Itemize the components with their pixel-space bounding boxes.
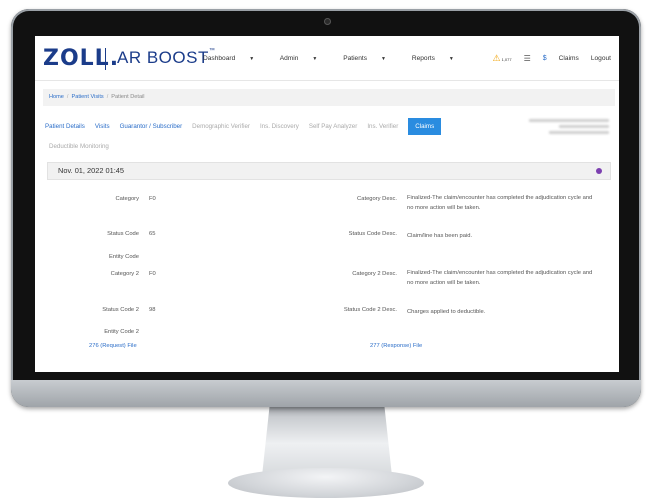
top-navbar: ZOLL. AR BOOST™ Dashboard ▼ Admin ▼ Patien… [35, 36, 619, 81]
tab-self-pay-analyzer[interactable]: Self Pay Analyzer [309, 123, 358, 130]
camera-icon [324, 18, 331, 25]
status-code-label: Status Code [107, 231, 139, 237]
nav-reports[interactable]: Reports ▼ [412, 55, 466, 62]
category-desc-label: Category Desc. [357, 196, 397, 202]
screen: ZOLL. AR BOOST™ Dashboard ▼ Admin ▼ Patien… [35, 36, 619, 372]
logo-divider [105, 48, 106, 70]
monitor-stand-neck [262, 404, 392, 476]
dollar-icon[interactable]: $ [543, 55, 547, 62]
claim-section-header[interactable]: Nov. 01, 2022 01:45 [47, 162, 611, 180]
category-2-desc-label: Category 2 Desc. [352, 271, 397, 277]
breadcrumb-home[interactable]: Home [49, 94, 64, 100]
tab-ins-discovery[interactable]: Ins. Discovery [260, 123, 299, 130]
tab-guarantor-subscriber[interactable]: Guarantor / Subscriber [120, 123, 183, 130]
category-2-desc-value: Finalized-The claim/encounter has comple… [407, 270, 593, 286]
tab-deductible-monitoring[interactable]: Deductible Monitoring [49, 143, 109, 150]
status-code-2-desc-label: Status Code 2 Desc. [343, 307, 397, 313]
breadcrumb-current: Patient Detail [111, 94, 145, 100]
tab-visits[interactable]: Visits [95, 123, 110, 130]
breadcrumb-patient-visits[interactable]: Patient Visits [71, 94, 103, 100]
tab-claims[interactable]: Claims [408, 118, 442, 135]
status-code-2-desc-value: Charges applied to deductible. [407, 309, 486, 315]
eye-icon[interactable] [596, 168, 602, 174]
entity-code-2-label: Entity Code 2 [104, 329, 139, 335]
list-icon[interactable]: ☰ [524, 54, 531, 63]
product-name: AR BOOST™ [117, 48, 216, 67]
blurred-patient-info [519, 116, 609, 137]
tab-ins-verifier[interactable]: Ins. Verifier [367, 123, 398, 130]
status-code-value: 65 [149, 231, 156, 237]
nav-claims[interactable]: Claims [559, 55, 579, 62]
breadcrumb: Home / Patient Visits / Patient Detail [43, 89, 615, 106]
nav-admin[interactable]: Admin ▼ [280, 55, 330, 62]
request-file-link[interactable]: 276 (Request) File [89, 343, 137, 349]
detail-tabs: Patient Details Visits Guarantor / Subsc… [45, 118, 442, 135]
nav-logout[interactable]: Logout [591, 55, 611, 62]
nav-patients[interactable]: Patients ▼ [343, 55, 398, 62]
monitor-stand-base [228, 468, 424, 498]
category-label: Category [115, 196, 139, 202]
category-desc-value: Finalized-The claim/encounter has comple… [407, 195, 593, 211]
monitor-chin [11, 380, 641, 407]
status-code-2-value: 98 [149, 307, 156, 313]
status-code-desc-label: Status Code Desc. [348, 231, 397, 237]
category-2-label: Category 2 [110, 271, 139, 277]
category-value: F0 [149, 196, 156, 202]
zoll-logo[interactable]: ZOLL. [43, 46, 119, 71]
category-2-value: F0 [149, 271, 156, 277]
warning-icon: ⚠ [492, 53, 501, 63]
nav-dashboard[interactable]: Dashboard ▼ [203, 55, 266, 62]
warning-alert[interactable]: ⚠1,077 [493, 53, 512, 64]
claim-date: Nov. 01, 2022 01:45 [58, 166, 125, 175]
main-nav: Dashboard ▼ Admin ▼ Patients ▼ Reports ▼ [203, 55, 478, 62]
right-nav: ⚠1,077 ☰ $ Claims Logout [493, 53, 612, 64]
status-code-desc-value: Claim/line has been paid. [407, 233, 473, 239]
status-code-2-label: Status Code 2 [102, 307, 139, 313]
response-file-link[interactable]: 277 (Response) File [370, 343, 422, 349]
tab-demographic-verifier[interactable]: Demographic Verifier [192, 123, 250, 130]
entity-code-label: Entity Code [109, 254, 139, 260]
tab-patient-details[interactable]: Patient Details [45, 123, 85, 130]
